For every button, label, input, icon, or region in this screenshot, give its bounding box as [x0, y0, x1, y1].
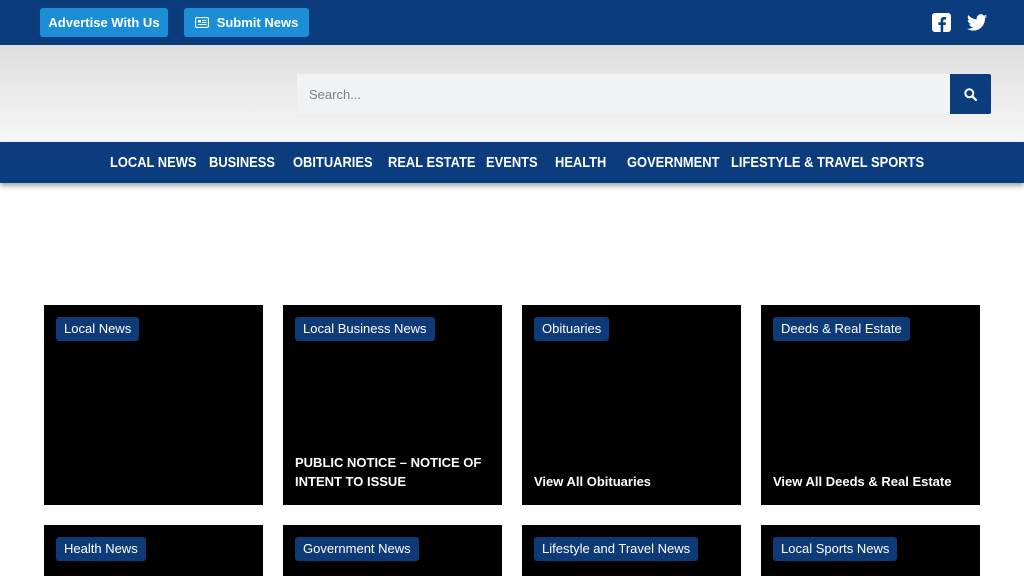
newspaper-icon — [194, 17, 209, 28]
category-card-local-news[interactable]: Local News — [44, 305, 263, 505]
card-title[interactable]: View All Deeds & Real Estate — [773, 472, 966, 491]
search-button[interactable] — [950, 74, 991, 114]
category-card-local-business-news[interactable]: Local Business News PUBLIC NOTICE – NOTI… — [283, 305, 502, 505]
nav-item-business[interactable]: BUSINESS — [209, 142, 275, 183]
nav-item-lifestyle-travel[interactable]: LIFESTYLE & TRAVEL — [731, 142, 868, 183]
category-card-obituaries[interactable]: Obituaries View All Obituaries — [522, 305, 741, 505]
submit-news-button[interactable]: Submit News — [184, 8, 309, 37]
nav-item-government[interactable]: GOVERNMENT — [627, 142, 719, 183]
category-card-deeds-real-estate[interactable]: Deeds & Real Estate View All Deeds & Rea… — [761, 305, 980, 505]
category-tag[interactable]: Local Sports News — [773, 537, 898, 561]
nav-item-health[interactable]: HEALTH — [555, 142, 606, 183]
twitter-icon[interactable] — [966, 12, 988, 34]
category-tag[interactable]: Local News — [56, 317, 140, 341]
category-tag[interactable]: Deeds & Real Estate — [773, 317, 910, 341]
nav-item-local-news[interactable]: LOCAL NEWS — [110, 142, 196, 183]
category-tag[interactable]: Lifestyle and Travel News — [534, 537, 699, 561]
category-tag[interactable]: Health News — [56, 537, 146, 561]
advertise-button-label: Advertise With Us — [48, 15, 160, 30]
category-card-lifestyle-travel-news[interactable]: Lifestyle and Travel News — [522, 525, 741, 576]
nav-item-events[interactable]: EVENTS — [486, 142, 538, 183]
search-input[interactable] — [297, 74, 950, 114]
card-title[interactable]: View All Obituaries — [534, 472, 727, 491]
category-tag[interactable]: Government News — [295, 537, 419, 561]
advertise-button[interactable]: Advertise With Us — [40, 8, 168, 37]
category-card-health-news[interactable]: Health News — [44, 525, 263, 576]
nav-item-obituaries[interactable]: OBITUARIES — [293, 142, 373, 183]
submit-news-button-label: Submit News — [216, 15, 299, 30]
main-nav: LOCAL NEWS BUSINESS OBITUARIES REAL ESTA… — [0, 142, 1024, 183]
category-tag[interactable]: Obituaries — [534, 317, 610, 341]
nav-item-sports[interactable]: SPORTS — [871, 142, 924, 183]
top-bar: Advertise With Us Submit News — [0, 0, 1024, 45]
facebook-icon[interactable] — [931, 12, 953, 34]
category-tag[interactable]: Local Business News — [295, 317, 435, 341]
search-icon — [964, 87, 977, 101]
card-title[interactable]: PUBLIC NOTICE – NOTICE OF INTENT TO ISSU… — [295, 453, 488, 491]
category-card-government-news[interactable]: Government News — [283, 525, 502, 576]
nav-item-real-estate[interactable]: REAL ESTATE — [388, 142, 475, 183]
category-card-local-sports-news[interactable]: Local Sports News — [761, 525, 980, 576]
